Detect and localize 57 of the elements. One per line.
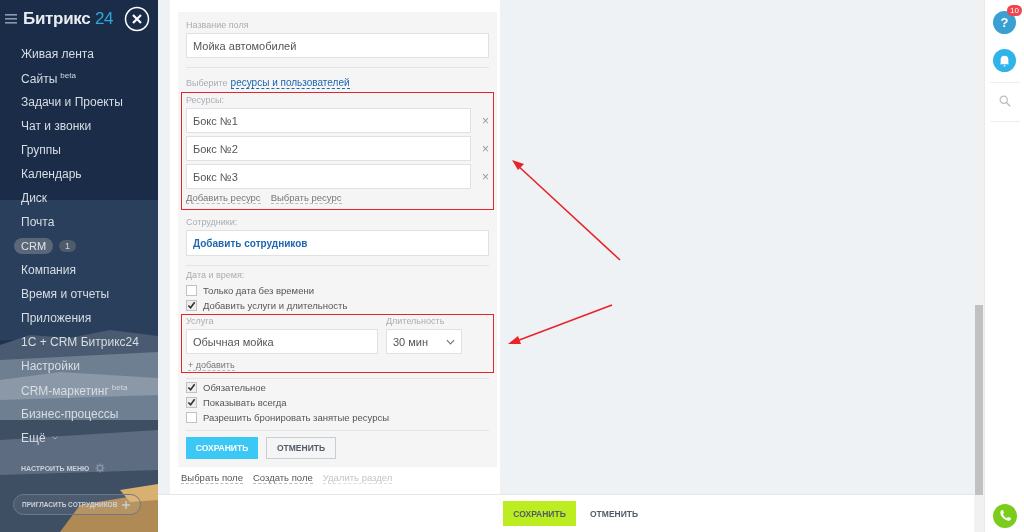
field-label: Дата и время: bbox=[186, 270, 246, 280]
menu-item[interactable]: Диск bbox=[21, 191, 48, 205]
field-label: Сотрудники: bbox=[186, 217, 239, 227]
cancel-button[interactable]: ОТМЕНИТЬ bbox=[584, 507, 645, 520]
menu-item[interactable]: Приложения bbox=[21, 311, 92, 325]
menu-item[interactable]: Почта bbox=[21, 215, 55, 229]
checkbox[interactable] bbox=[186, 382, 197, 393]
input-field[interactable]: Мойка автомобилей bbox=[186, 33, 489, 58]
checkbox[interactable] bbox=[186, 285, 197, 296]
phone-button[interactable] bbox=[992, 504, 1017, 528]
field-label: Длительность bbox=[386, 316, 446, 326]
input-field[interactable]: Бокс №1 bbox=[186, 108, 471, 133]
input-field[interactable]: Обычная мойка bbox=[186, 329, 378, 354]
field-label: Название поля bbox=[186, 20, 250, 30]
dashed-link[interactable]: Выбрать поле bbox=[181, 472, 243, 484]
menu-item[interactable]: Время и отчеты bbox=[21, 287, 110, 301]
caret-icon bbox=[51, 436, 58, 440]
field-label: Ресурсы: bbox=[186, 95, 225, 105]
checkbox[interactable] bbox=[186, 412, 197, 423]
menu-item[interactable]: Группы bbox=[21, 143, 61, 157]
dashed-link[interactable]: Создать поле bbox=[252, 472, 313, 484]
plus-icon bbox=[122, 500, 131, 509]
bell-icon[interactable] bbox=[993, 48, 1016, 72]
cancel-button[interactable]: ОТМЕНИТЬ bbox=[266, 437, 336, 459]
chevron-down-icon bbox=[446, 338, 455, 345]
save-button[interactable]: СОХРАНИТЬ bbox=[503, 501, 576, 526]
search-icon[interactable] bbox=[998, 95, 1011, 107]
menu-item[interactable]: Компания bbox=[21, 263, 76, 277]
menu-item[interactable]: Календарь bbox=[21, 167, 82, 181]
dashed-link[interactable]: Добавить ресурс bbox=[186, 192, 261, 204]
field-label: Услуга bbox=[186, 316, 215, 326]
notification-badge: 10 bbox=[1007, 5, 1022, 16]
checkbox-label: Разрешить бронировать занятые ресурсы bbox=[203, 412, 390, 423]
gear-icon[interactable] bbox=[95, 463, 106, 473]
staff-field[interactable]: Добавить сотрудников bbox=[186, 230, 489, 256]
logo: Битрикс 24 bbox=[23, 9, 114, 29]
menu-item[interactable]: Сайты $^{beta}$ bbox=[21, 70, 76, 86]
add-staff-link[interactable]: Добавить сотрудников bbox=[193, 237, 308, 249]
checkbox[interactable] bbox=[186, 300, 197, 311]
menu-item[interactable]: Живая лента bbox=[21, 47, 94, 61]
checkbox-label: Показывать всегда bbox=[203, 397, 287, 408]
input-field[interactable]: Бокс №3 bbox=[186, 164, 471, 189]
checkbox-label: Добавить услуги и длительность bbox=[203, 300, 348, 311]
checkbox-label: Только дата без времени bbox=[203, 285, 314, 296]
resources-link[interactable]: ресурсы и пользователей bbox=[230, 77, 350, 89]
menu-icon[interactable] bbox=[5, 14, 17, 24]
checkbox[interactable] bbox=[186, 397, 197, 408]
add-link[interactable]: + добавить bbox=[188, 360, 235, 371]
checkbox-label: Обязательное bbox=[203, 382, 266, 393]
dashed-link[interactable]: Выбрать ресурс bbox=[270, 192, 342, 204]
duration-select[interactable]: 30 мин bbox=[386, 329, 462, 354]
hint-text: Выберите bbox=[186, 78, 228, 88]
menu-item[interactable]: Чат и звонки bbox=[21, 119, 92, 133]
close-icon[interactable] bbox=[124, 6, 150, 32]
menu-item[interactable]: Ещё bbox=[21, 431, 46, 445]
input-field[interactable]: Бокс №2 bbox=[186, 136, 471, 161]
menu-item[interactable]: Задачи и Проекты bbox=[21, 95, 123, 109]
